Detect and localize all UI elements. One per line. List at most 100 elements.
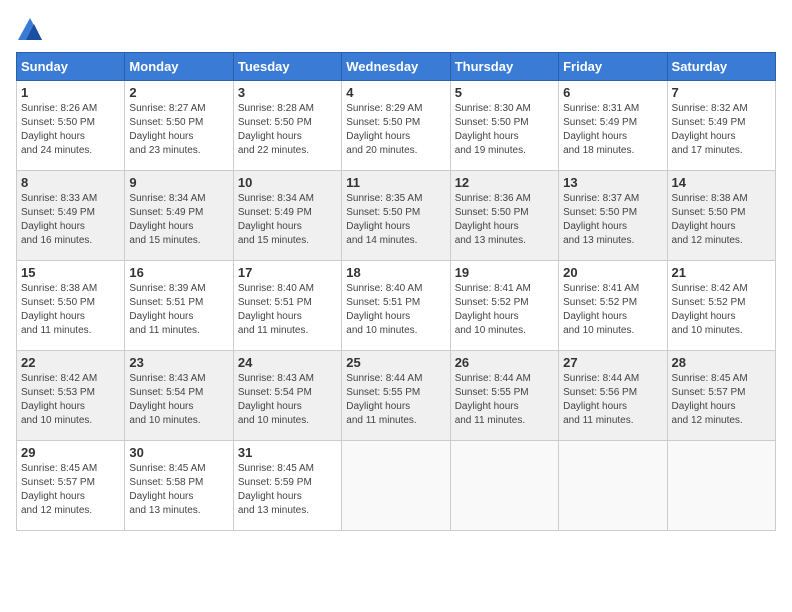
day-info: Sunrise: 8:35 AMSunset: 5:50 PMDaylight … <box>346 193 422 246</box>
day-number: 18 <box>346 265 445 280</box>
day-number: 31 <box>238 445 337 460</box>
day-info: Sunrise: 8:40 AMSunset: 5:51 PMDaylight … <box>238 283 314 336</box>
day-info: Sunrise: 8:44 AMSunset: 5:55 PMDaylight … <box>346 373 422 426</box>
day-number: 17 <box>238 265 337 280</box>
calendar-cell: 5 Sunrise: 8:30 AMSunset: 5:50 PMDayligh… <box>450 81 558 171</box>
day-number: 15 <box>21 265 120 280</box>
calendar-cell: 29 Sunrise: 8:45 AMSunset: 5:57 PMDaylig… <box>17 441 125 531</box>
calendar-cell: 7 Sunrise: 8:32 AMSunset: 5:49 PMDayligh… <box>667 81 775 171</box>
calendar-cell: 13 Sunrise: 8:37 AMSunset: 5:50 PMDaylig… <box>559 171 667 261</box>
day-info: Sunrise: 8:41 AMSunset: 5:52 PMDaylight … <box>455 283 531 336</box>
calendar-cell: 26 Sunrise: 8:44 AMSunset: 5:55 PMDaylig… <box>450 351 558 441</box>
day-number: 30 <box>129 445 228 460</box>
calendar-cell: 12 Sunrise: 8:36 AMSunset: 5:50 PMDaylig… <box>450 171 558 261</box>
day-info: Sunrise: 8:29 AMSunset: 5:50 PMDaylight … <box>346 103 422 156</box>
day-info: Sunrise: 8:26 AMSunset: 5:50 PMDaylight … <box>21 103 97 156</box>
calendar-cell: 18 Sunrise: 8:40 AMSunset: 5:51 PMDaylig… <box>342 261 450 351</box>
calendar-cell: 20 Sunrise: 8:41 AMSunset: 5:52 PMDaylig… <box>559 261 667 351</box>
weekday-header-cell: Monday <box>125 53 233 81</box>
calendar-cell: 1 Sunrise: 8:26 AMSunset: 5:50 PMDayligh… <box>17 81 125 171</box>
calendar-cell: 27 Sunrise: 8:44 AMSunset: 5:56 PMDaylig… <box>559 351 667 441</box>
day-number: 16 <box>129 265 228 280</box>
calendar-cell: 15 Sunrise: 8:38 AMSunset: 5:50 PMDaylig… <box>17 261 125 351</box>
day-info: Sunrise: 8:42 AMSunset: 5:52 PMDaylight … <box>672 283 748 336</box>
day-number: 1 <box>21 85 120 100</box>
day-number: 24 <box>238 355 337 370</box>
day-number: 28 <box>672 355 771 370</box>
day-number: 13 <box>563 175 662 190</box>
calendar-cell: 17 Sunrise: 8:40 AMSunset: 5:51 PMDaylig… <box>233 261 341 351</box>
day-info: Sunrise: 8:43 AMSunset: 5:54 PMDaylight … <box>238 373 314 426</box>
day-number: 14 <box>672 175 771 190</box>
weekday-header-cell: Wednesday <box>342 53 450 81</box>
calendar-cell: 2 Sunrise: 8:27 AMSunset: 5:50 PMDayligh… <box>125 81 233 171</box>
day-info: Sunrise: 8:40 AMSunset: 5:51 PMDaylight … <box>346 283 422 336</box>
day-number: 20 <box>563 265 662 280</box>
calendar-cell: 16 Sunrise: 8:39 AMSunset: 5:51 PMDaylig… <box>125 261 233 351</box>
day-info: Sunrise: 8:27 AMSunset: 5:50 PMDaylight … <box>129 103 205 156</box>
day-info: Sunrise: 8:43 AMSunset: 5:54 PMDaylight … <box>129 373 205 426</box>
weekday-header-cell: Friday <box>559 53 667 81</box>
calendar-row: 29 Sunrise: 8:45 AMSunset: 5:57 PMDaylig… <box>17 441 776 531</box>
calendar-cell <box>559 441 667 531</box>
calendar-cell <box>342 441 450 531</box>
day-number: 6 <box>563 85 662 100</box>
calendar-row: 22 Sunrise: 8:42 AMSunset: 5:53 PMDaylig… <box>17 351 776 441</box>
day-info: Sunrise: 8:38 AMSunset: 5:50 PMDaylight … <box>672 193 748 246</box>
calendar-cell <box>667 441 775 531</box>
weekday-header-row: SundayMondayTuesdayWednesdayThursdayFrid… <box>17 53 776 81</box>
day-info: Sunrise: 8:45 AMSunset: 5:57 PMDaylight … <box>21 463 97 516</box>
calendar-cell: 31 Sunrise: 8:45 AMSunset: 5:59 PMDaylig… <box>233 441 341 531</box>
day-info: Sunrise: 8:33 AMSunset: 5:49 PMDaylight … <box>21 193 97 246</box>
calendar-table: SundayMondayTuesdayWednesdayThursdayFrid… <box>16 52 776 531</box>
calendar-cell: 19 Sunrise: 8:41 AMSunset: 5:52 PMDaylig… <box>450 261 558 351</box>
day-number: 21 <box>672 265 771 280</box>
calendar-cell: 24 Sunrise: 8:43 AMSunset: 5:54 PMDaylig… <box>233 351 341 441</box>
calendar-row: 8 Sunrise: 8:33 AMSunset: 5:49 PMDayligh… <box>17 171 776 261</box>
day-number: 26 <box>455 355 554 370</box>
day-info: Sunrise: 8:45 AMSunset: 5:59 PMDaylight … <box>238 463 314 516</box>
day-info: Sunrise: 8:32 AMSunset: 5:49 PMDaylight … <box>672 103 748 156</box>
day-info: Sunrise: 8:44 AMSunset: 5:55 PMDaylight … <box>455 373 531 426</box>
day-number: 8 <box>21 175 120 190</box>
day-number: 5 <box>455 85 554 100</box>
calendar-cell: 22 Sunrise: 8:42 AMSunset: 5:53 PMDaylig… <box>17 351 125 441</box>
day-number: 22 <box>21 355 120 370</box>
day-number: 3 <box>238 85 337 100</box>
calendar-cell: 6 Sunrise: 8:31 AMSunset: 5:49 PMDayligh… <box>559 81 667 171</box>
day-info: Sunrise: 8:44 AMSunset: 5:56 PMDaylight … <box>563 373 639 426</box>
day-info: Sunrise: 8:36 AMSunset: 5:50 PMDaylight … <box>455 193 531 246</box>
header <box>16 16 776 44</box>
calendar-cell: 28 Sunrise: 8:45 AMSunset: 5:57 PMDaylig… <box>667 351 775 441</box>
weekday-header-cell: Thursday <box>450 53 558 81</box>
weekday-header-cell: Saturday <box>667 53 775 81</box>
calendar-body: 1 Sunrise: 8:26 AMSunset: 5:50 PMDayligh… <box>17 81 776 531</box>
day-number: 2 <box>129 85 228 100</box>
day-info: Sunrise: 8:39 AMSunset: 5:51 PMDaylight … <box>129 283 205 336</box>
calendar-cell: 3 Sunrise: 8:28 AMSunset: 5:50 PMDayligh… <box>233 81 341 171</box>
calendar-cell: 10 Sunrise: 8:34 AMSunset: 5:49 PMDaylig… <box>233 171 341 261</box>
calendar-cell: 25 Sunrise: 8:44 AMSunset: 5:55 PMDaylig… <box>342 351 450 441</box>
calendar-cell: 23 Sunrise: 8:43 AMSunset: 5:54 PMDaylig… <box>125 351 233 441</box>
day-info: Sunrise: 8:34 AMSunset: 5:49 PMDaylight … <box>238 193 314 246</box>
day-number: 10 <box>238 175 337 190</box>
calendar-row: 15 Sunrise: 8:38 AMSunset: 5:50 PMDaylig… <box>17 261 776 351</box>
day-number: 9 <box>129 175 228 190</box>
day-info: Sunrise: 8:42 AMSunset: 5:53 PMDaylight … <box>21 373 97 426</box>
calendar-cell: 4 Sunrise: 8:29 AMSunset: 5:50 PMDayligh… <box>342 81 450 171</box>
calendar-cell: 11 Sunrise: 8:35 AMSunset: 5:50 PMDaylig… <box>342 171 450 261</box>
day-number: 25 <box>346 355 445 370</box>
day-info: Sunrise: 8:45 AMSunset: 5:58 PMDaylight … <box>129 463 205 516</box>
calendar-row: 1 Sunrise: 8:26 AMSunset: 5:50 PMDayligh… <box>17 81 776 171</box>
calendar-cell: 30 Sunrise: 8:45 AMSunset: 5:58 PMDaylig… <box>125 441 233 531</box>
calendar-cell: 14 Sunrise: 8:38 AMSunset: 5:50 PMDaylig… <box>667 171 775 261</box>
day-info: Sunrise: 8:37 AMSunset: 5:50 PMDaylight … <box>563 193 639 246</box>
day-info: Sunrise: 8:38 AMSunset: 5:50 PMDaylight … <box>21 283 97 336</box>
day-number: 29 <box>21 445 120 460</box>
day-number: 7 <box>672 85 771 100</box>
day-info: Sunrise: 8:45 AMSunset: 5:57 PMDaylight … <box>672 373 748 426</box>
day-number: 23 <box>129 355 228 370</box>
day-number: 4 <box>346 85 445 100</box>
calendar-cell: 21 Sunrise: 8:42 AMSunset: 5:52 PMDaylig… <box>667 261 775 351</box>
day-number: 19 <box>455 265 554 280</box>
